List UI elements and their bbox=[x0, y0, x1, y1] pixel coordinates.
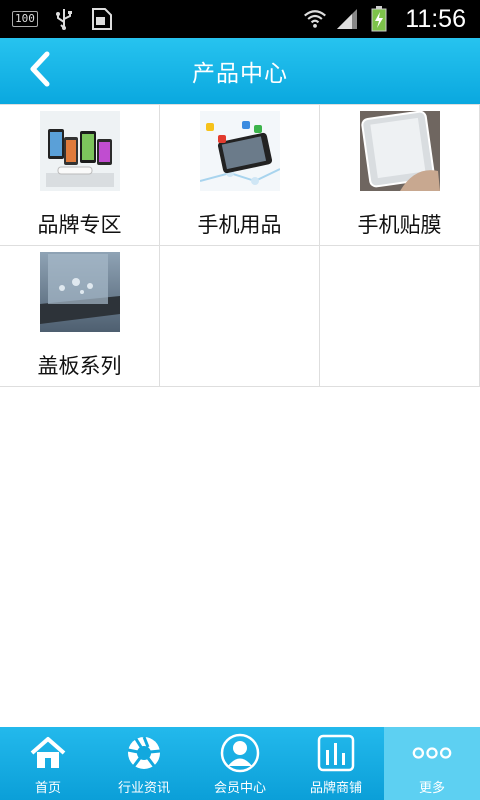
category-label: 品牌专区 bbox=[37, 213, 122, 237]
back-button[interactable] bbox=[18, 48, 62, 94]
chevron-left-icon bbox=[27, 51, 53, 91]
cover-glass-image bbox=[39, 252, 120, 332]
aperture-icon bbox=[124, 733, 164, 773]
tab-brand-stores[interactable]: 品牌商铺 bbox=[288, 727, 384, 800]
tab-member-center[interactable]: 会员中心 bbox=[192, 727, 288, 800]
tab-label: 品牌商铺 bbox=[309, 781, 362, 796]
category-item-brand[interactable]: 品牌专区 bbox=[0, 105, 160, 246]
tab-more[interactable]: 更多 bbox=[384, 727, 480, 800]
wifi-icon bbox=[303, 7, 327, 31]
app-header: 产品中心 bbox=[0, 38, 480, 104]
tab-industry-news[interactable]: 行业资讯 bbox=[96, 727, 192, 800]
category-label: 手机贴膜 bbox=[357, 213, 442, 237]
tab-label: 首页 bbox=[34, 781, 61, 796]
category-item-screen-film[interactable]: 手机贴膜 bbox=[320, 105, 480, 246]
more-icon bbox=[412, 733, 452, 773]
member-icon bbox=[220, 733, 260, 773]
category-label: 盖板系列 bbox=[37, 354, 122, 378]
tab-label: 行业资讯 bbox=[117, 781, 170, 796]
category-item-accessories[interactable]: 手机用品 bbox=[160, 105, 320, 246]
product-category-grid: 品牌专区 手机用品 手机贴膜 盖板系列 bbox=[0, 104, 480, 387]
battery-level-badge: 100 bbox=[12, 11, 38, 27]
status-bar: 100 11:56 bbox=[0, 0, 480, 38]
home-icon bbox=[28, 733, 68, 773]
signal-icon bbox=[335, 7, 359, 31]
tab-home[interactable]: 首页 bbox=[0, 727, 96, 800]
tab-label: 会员中心 bbox=[213, 781, 266, 796]
tab-label: 更多 bbox=[418, 781, 445, 796]
brand-phones-image bbox=[39, 111, 120, 191]
store-icon bbox=[316, 733, 356, 773]
usb-icon bbox=[52, 7, 76, 31]
empty-cell bbox=[320, 246, 480, 387]
battery-charging-icon bbox=[367, 6, 391, 32]
clock-time: 11:56 bbox=[405, 4, 466, 33]
empty-cell bbox=[160, 246, 320, 387]
phone-accessories-image bbox=[199, 111, 280, 191]
page-title: 产品中心 bbox=[192, 61, 288, 87]
category-label: 手机用品 bbox=[197, 213, 282, 237]
bottom-tab-bar: 首页 行业资讯 会员中心 品牌商铺 更多 bbox=[0, 727, 480, 800]
screen-protector-image bbox=[359, 111, 440, 191]
sim-card-icon bbox=[90, 7, 114, 31]
category-item-cover-glass[interactable]: 盖板系列 bbox=[0, 246, 160, 387]
